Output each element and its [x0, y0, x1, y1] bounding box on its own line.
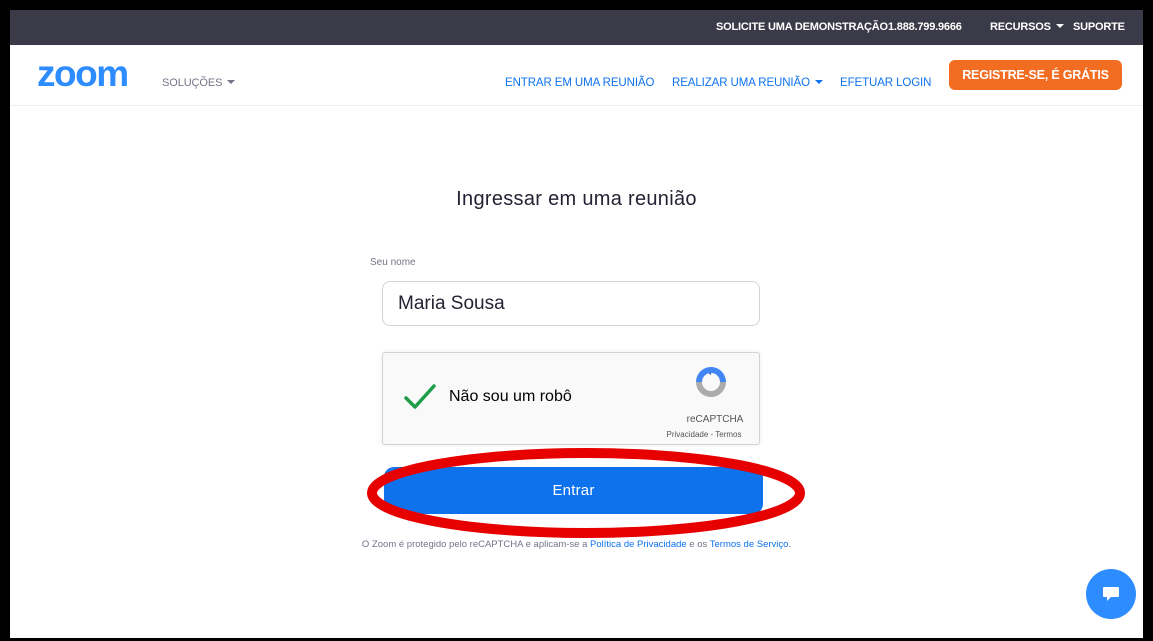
- top-utility-bar: SOLICITE UMA DEMONSTRAÇÃO 1.888.799.9666…: [10, 10, 1143, 45]
- phone-number-link[interactable]: 1.888.799.9666: [888, 21, 962, 33]
- footnote-text: O Zoom é protegido pelo reCAPTCHA e apli…: [361, 539, 591, 550]
- checkmark-icon[interactable]: [403, 383, 437, 411]
- browser-viewport: SOLICITE UMA DEMONSTRAÇÃO 1.888.799.9666…: [10, 10, 1143, 638]
- recaptcha-logo-icon: [696, 367, 726, 397]
- recaptcha-terms: Privacidade - Termos: [649, 430, 759, 439]
- chevron-down-icon: [227, 80, 236, 85]
- request-demo-link[interactable]: SOLICITE UMA DEMONSTRAÇÃO: [716, 21, 888, 33]
- footnote-text: e os: [686, 539, 710, 550]
- host-meeting-menu[interactable]: REALIZAR UMA REUNIÃO: [672, 77, 823, 89]
- main-navbar: zoom SOLUÇÕES ENTRAR EM UMA REUNIÃO REAL…: [10, 45, 1143, 106]
- solutions-menu[interactable]: SOLUÇÕES: [162, 77, 236, 89]
- register-button[interactable]: REGISTRE-SE, É GRÁTIS: [949, 60, 1122, 90]
- resources-label: RECURSOS: [990, 21, 1051, 33]
- terms-of-service-link[interactable]: Termos de Serviço: [710, 539, 789, 550]
- chevron-down-icon: [814, 79, 823, 84]
- name-input[interactable]: [382, 281, 760, 326]
- recaptcha-label: Não sou um robô: [449, 388, 572, 405]
- host-meeting-label: REALIZAR UMA REUNIÃO: [672, 77, 810, 89]
- footnote-text: .: [788, 539, 792, 550]
- recaptcha-widget: Não sou um robô reCAPTCHA Privacidade - …: [382, 352, 760, 445]
- join-submit-button[interactable]: Entrar: [384, 467, 763, 514]
- chevron-down-icon: [1055, 24, 1064, 29]
- recaptcha-footnote: O Zoom é protegido pelo reCAPTCHA e apli…: [10, 539, 1143, 550]
- zoom-logo[interactable]: zoom: [37, 54, 129, 94]
- join-meeting-link[interactable]: ENTRAR EM UMA REUNIÃO: [505, 77, 654, 89]
- support-link[interactable]: SUPORTE: [1073, 21, 1125, 33]
- recaptcha-privacy-link[interactable]: Privacidade: [666, 430, 708, 439]
- recaptcha-brand: reCAPTCHA: [686, 414, 744, 425]
- name-field-label: Seu nome: [370, 257, 416, 268]
- resources-menu[interactable]: RECURSOS: [990, 21, 1064, 33]
- login-link[interactable]: EFETUAR LOGIN: [840, 77, 931, 89]
- solutions-label: SOLUÇÕES: [162, 77, 223, 89]
- chat-bubble-icon: [1103, 587, 1119, 601]
- privacy-policy-link[interactable]: Política de Privacidade: [590, 539, 687, 550]
- page-title: Ingressar em uma reunião: [456, 188, 697, 210]
- chat-button[interactable]: [1086, 569, 1136, 619]
- recaptcha-terms-link[interactable]: Termos: [715, 430, 741, 439]
